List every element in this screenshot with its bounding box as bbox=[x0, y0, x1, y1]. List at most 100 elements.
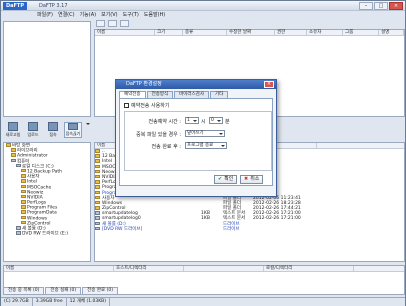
tab-virus-scan[interactable]: 바이러스검사 bbox=[174, 91, 209, 98]
remote-header: 이름 크기 종류 수정한 날짜 권한 소유자 그룹 설명 bbox=[95, 30, 404, 36]
disconnect-icon bbox=[68, 123, 78, 130]
folder-icon bbox=[95, 180, 100, 184]
close-button[interactable]: × bbox=[389, 2, 403, 10]
queue-col-local[interactable]: 로컬/디렉터리 bbox=[264, 266, 354, 271]
drive-icon bbox=[16, 231, 21, 235]
col-desc[interactable]: 설명 bbox=[379, 30, 404, 35]
file-date bbox=[253, 227, 323, 232]
connect-icon bbox=[48, 122, 58, 131]
after-transfer-select[interactable]: 프로그램 종료 bbox=[185, 142, 227, 149]
queue-col-blank[interactable] bbox=[184, 266, 264, 271]
title-bar: DaFTP DaFTP 3.17 – □ × bbox=[1, 1, 405, 11]
col-size[interactable]: 크기 bbox=[155, 30, 183, 35]
folder-icon bbox=[95, 200, 100, 205]
col-name[interactable]: 이름 bbox=[95, 30, 155, 35]
menu-function[interactable]: 기능(A) bbox=[80, 11, 97, 19]
menu-tools[interactable]: 도구(T) bbox=[123, 11, 139, 19]
maximize-button[interactable]: □ bbox=[374, 2, 388, 10]
col-perm[interactable]: 권한 bbox=[275, 30, 307, 35]
col-owner[interactable]: 소유자 bbox=[307, 30, 343, 35]
folder-icon bbox=[95, 174, 100, 179]
cancel-button[interactable]: ✖ 취소 bbox=[240, 175, 264, 184]
hour-unit: 시 bbox=[201, 119, 206, 125]
cancel-icon: ✖ bbox=[244, 176, 249, 182]
drive-icon bbox=[95, 226, 100, 231]
status-bar: (C) 29.7GB 3.39GB free 12 개체 (1.03KB) bbox=[1, 297, 405, 306]
folder-icon bbox=[95, 164, 100, 169]
tab-etc[interactable]: 기타 bbox=[209, 91, 229, 98]
disconnect-button[interactable]: 접속끊기 bbox=[64, 122, 82, 138]
queue-tabs: 전송 중 목록 (0) 전송 실패 (0) 전송 완료 (0) bbox=[3, 287, 118, 295]
file-name: [DVD RW 드라이브] bbox=[102, 226, 143, 232]
dialog-title: DaFTP 환경설정 bbox=[126, 81, 162, 87]
local-folder-tree[interactable]: 바탕 화면 라이브러리 Administrator 컴퓨터 로컬 디스크 (C:) 12 … bbox=[3, 142, 91, 262]
hour-input[interactable]: 1 bbox=[185, 117, 199, 124]
remote-toolbar bbox=[94, 20, 405, 28]
schedule-group: 전송예약 시간 : 1 시 0 분 중복 파일 있을 경우 : 덮어쓰기 전송 … bbox=[124, 111, 272, 171]
file-size bbox=[201, 227, 223, 232]
folder-icon bbox=[21, 168, 26, 173]
menu-view[interactable]: 보기(V) bbox=[101, 11, 118, 19]
menu-help[interactable]: 도움말(H) bbox=[144, 11, 165, 19]
folder-icon bbox=[95, 206, 100, 210]
folder-icon bbox=[21, 189, 26, 194]
menu-connect[interactable]: 연결(C) bbox=[58, 11, 75, 19]
tab-failed[interactable]: 전송 실패 (0) bbox=[45, 287, 82, 295]
file-row[interactable]: [DVD RW 드라이브] 드라이브 bbox=[95, 226, 404, 232]
file-type: 드라이브 bbox=[223, 226, 240, 232]
folder-icon bbox=[95, 154, 100, 158]
schedule-checkbox[interactable]: 예약전송 사용하기 bbox=[124, 102, 169, 109]
menu-file[interactable]: 파일(F) bbox=[37, 11, 53, 19]
document-icon bbox=[95, 211, 100, 215]
col-type[interactable]: 종류 bbox=[183, 30, 227, 35]
drive-icon bbox=[95, 221, 100, 226]
tree-item[interactable]: DVD RW 드라이브 (E:) bbox=[4, 231, 90, 236]
schedule-checkbox-label: 예약전송 사용하기 bbox=[131, 103, 170, 109]
tab-schedule[interactable]: 예약전송 bbox=[119, 91, 146, 98]
minimize-button[interactable]: – bbox=[359, 2, 373, 10]
connect-button[interactable]: 접속 bbox=[44, 122, 62, 138]
folder-icon bbox=[21, 210, 26, 214]
refresh-icon[interactable] bbox=[120, 20, 129, 27]
queue-col-host[interactable]: 호스트/디렉터리 bbox=[114, 266, 184, 271]
back-icon[interactable] bbox=[96, 20, 105, 27]
folder-icon bbox=[95, 185, 100, 189]
local-toolbar: 새로고침 업로드 접속 접속끊기 bbox=[3, 121, 91, 139]
tab-completed[interactable]: 전송 완료 (0) bbox=[82, 287, 118, 295]
dialog-close-button[interactable]: × bbox=[264, 81, 274, 88]
tab-transferring[interactable]: 전송 중 목록 (0) bbox=[3, 287, 45, 295]
check-icon: ✔ bbox=[218, 176, 223, 182]
tab-transfer-mode[interactable]: 전송방식 bbox=[146, 91, 174, 98]
status-disk: (C) 29.7GB bbox=[1, 298, 33, 306]
drive-icon bbox=[16, 163, 21, 168]
upload-icon bbox=[28, 122, 38, 131]
minute-input[interactable]: 0 bbox=[209, 117, 223, 124]
folder-icon bbox=[21, 205, 26, 209]
folder-icon bbox=[21, 200, 26, 204]
status-count: 12 개체 (1.03KB) bbox=[67, 298, 111, 306]
refresh-button[interactable]: 새로고침 bbox=[4, 122, 22, 138]
status-free: 3.39GB free bbox=[33, 298, 67, 306]
site-list-panel[interactable] bbox=[3, 21, 91, 117]
dialog-titlebar: DaFTP 환경설정 × bbox=[116, 80, 276, 89]
window-title: DaFTP 3.17 bbox=[39, 3, 68, 9]
window-controls: – □ × bbox=[359, 2, 403, 10]
forward-icon[interactable] bbox=[108, 20, 117, 27]
folder-icon bbox=[21, 174, 26, 178]
ok-button[interactable]: ✔ 확인 bbox=[214, 175, 238, 184]
col-date[interactable]: 수정한 날짜 bbox=[227, 30, 275, 35]
queue-col-name[interactable]: 이름 bbox=[4, 266, 114, 271]
col-group[interactable]: 그룹 bbox=[343, 30, 379, 35]
schedule-panel: 예약전송 사용하기 전송예약 시간 : 1 시 0 분 중복 파일 있을 경우 … bbox=[119, 98, 273, 186]
folder-icon bbox=[95, 159, 100, 163]
after-transfer-label: 전송 완료 후 : bbox=[151, 144, 181, 150]
document-icon bbox=[95, 216, 100, 220]
duplicate-select[interactable]: 덮어쓰기 bbox=[185, 130, 225, 137]
checkbox-box[interactable] bbox=[124, 103, 129, 108]
folder-icon bbox=[21, 179, 26, 183]
upload-button[interactable]: 업로드 bbox=[24, 122, 42, 138]
folder-icon bbox=[11, 153, 16, 157]
folder-icon bbox=[95, 195, 100, 200]
folder-icon bbox=[95, 190, 100, 194]
minute-unit: 분 bbox=[225, 119, 230, 125]
